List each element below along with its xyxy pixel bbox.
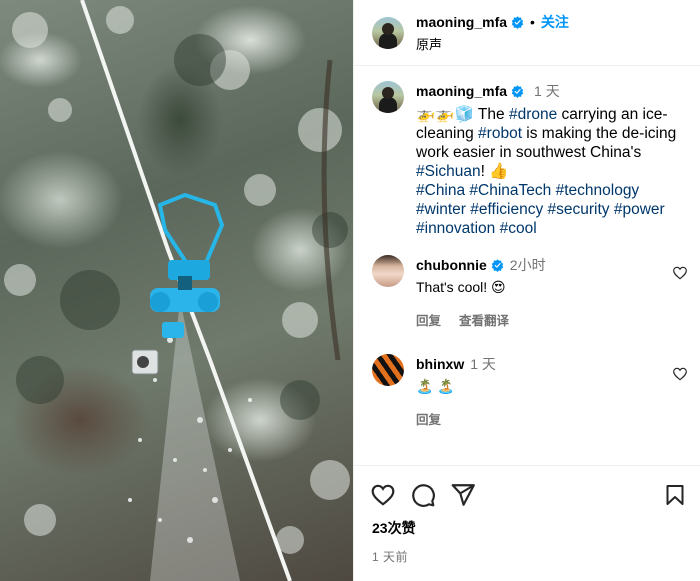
author-username[interactable]: maoning_mfa: [416, 14, 507, 30]
hashtags-line-1[interactable]: #China #ChinaTech #technology: [416, 182, 639, 199]
commenter-username[interactable]: chubonnie: [416, 257, 487, 273]
comment-time[interactable]: 2小时: [510, 255, 546, 275]
verified-badge-icon: [491, 258, 503, 272]
heart-icon[interactable]: [672, 265, 688, 281]
post-modal: maoning_mfa • 关注 原声 maoning_mfa 1 天 🚁🚁🧊 …: [0, 0, 700, 581]
post-header: maoning_mfa • 关注 原声: [354, 0, 700, 66]
drone-robot-illustration: [4, 0, 350, 581]
likes-count[interactable]: 23次赞: [354, 508, 700, 538]
post-actions-footer: 23次赞 1 天前: [354, 465, 700, 581]
author-info: maoning_mfa • 关注 原声: [416, 12, 569, 53]
post-time[interactable]: 1 天前: [354, 538, 700, 565]
caption-emoji: 🚁🚁🧊: [416, 106, 474, 123]
commenter-avatar[interactable]: [372, 255, 404, 287]
reply-button[interactable]: 回复: [416, 409, 441, 428]
save-icon[interactable]: [663, 483, 687, 507]
post-caption: maoning_mfa 1 天 🚁🚁🧊 The #drone carrying …: [354, 67, 700, 238]
comment-text: 🏝️ 🏝️: [416, 378, 455, 394]
follow-button[interactable]: 关注: [541, 12, 569, 32]
like-heart-icon[interactable]: [370, 482, 396, 508]
caption-text: 🚁🚁🧊 The #drone carrying an ice-cleaning …: [416, 105, 684, 238]
verified-badge-icon: [511, 15, 524, 29]
caption-text-part: ! 👍: [480, 163, 509, 180]
comments-scroll-area[interactable]: maoning_mfa 1 天 🚁🚁🧊 The #drone carrying …: [354, 67, 700, 465]
see-translation-button[interactable]: 查看翻译: [459, 310, 509, 329]
caption-avatar[interactable]: [372, 81, 404, 113]
reply-button[interactable]: 回复: [416, 310, 441, 329]
comment-text: That's cool! 😍: [416, 279, 506, 295]
caption-username[interactable]: maoning_mfa: [416, 82, 507, 101]
author-avatar[interactable]: [372, 16, 404, 49]
comment-time[interactable]: 1 天: [470, 354, 496, 374]
commenter-username[interactable]: bhinxw: [416, 356, 464, 372]
share-icon[interactable]: [450, 482, 476, 508]
hashtag-robot[interactable]: #robot: [478, 125, 522, 142]
hashtags-line-2[interactable]: #winter #efficiency #security #power: [416, 201, 665, 218]
comment-item: bhinxw 1 天 🏝️ 🏝️ 回复: [354, 354, 700, 428]
caption-time[interactable]: 1 天: [534, 82, 560, 101]
verified-badge-icon: [511, 85, 524, 98]
hashtags-line-3[interactable]: #innovation #cool: [416, 220, 537, 237]
caption-text-part: The: [473, 106, 509, 123]
post-video[interactable]: [0, 0, 353, 581]
comment-item: chubonnie 2小时 That's cool! 😍 回复 查看翻译: [354, 255, 700, 329]
comment-icon[interactable]: [410, 482, 436, 508]
separator-dot: •: [530, 14, 535, 30]
heart-icon[interactable]: [672, 366, 688, 382]
original-audio-link[interactable]: 原声: [416, 34, 569, 53]
hashtag-drone[interactable]: #drone: [509, 106, 557, 123]
post-side-panel: maoning_mfa • 关注 原声 maoning_mfa 1 天 🚁🚁🧊 …: [353, 0, 700, 581]
hashtag-sichuan[interactable]: #Sichuan: [416, 163, 481, 180]
commenter-avatar[interactable]: [372, 354, 404, 386]
